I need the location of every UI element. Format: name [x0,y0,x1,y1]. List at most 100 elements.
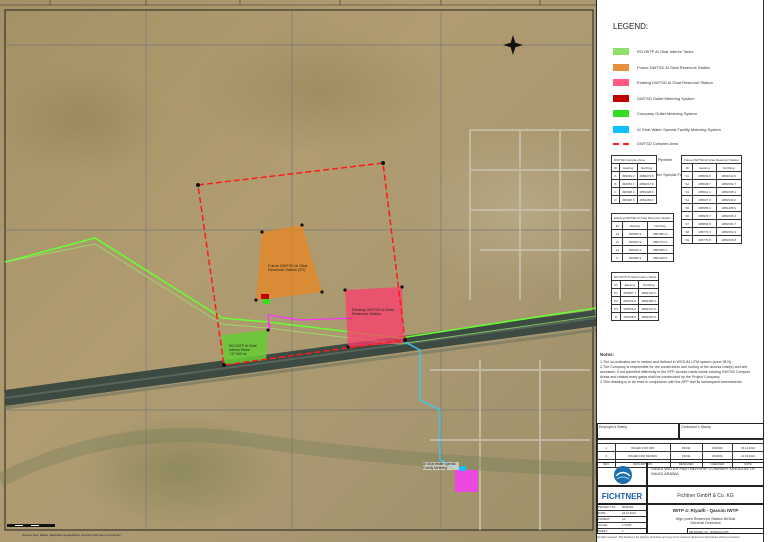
table-row: S2 495638.7 2881554.7 [680,179,743,188]
table-cell: P1 [610,288,622,297]
table-row: P3 495656.2 2881370.0 [610,304,660,313]
field-label: FORMAT: [598,517,611,521]
table-header: Northing [715,163,743,172]
table-row: D 495408.6 2881263.6 [610,312,660,321]
table-cell: 2881581.0 [646,229,674,238]
table-header: ID [611,163,620,172]
table-cell: 495773.3 [692,227,717,236]
legend-item: Company Outlet Metering System [613,110,697,117]
table-cell: S2 [680,179,694,188]
ro-tanks-name: RO-IWTP Al Ghat Interim Tanks [229,344,257,352]
revision-row: 0 ISSUED FOR REVIEW DS/CE FKM/MA 12.03.2024 [597,451,764,460]
table-row: C 496398.3 2881328.6 [610,253,674,262]
top-ruler [0,0,596,6]
revision-cell: DS/CE [669,443,703,452]
field-label: PROJECT No.: [598,505,617,509]
revision-cell: ISSUED FOR RFP [614,443,671,452]
consultant-name: Fichtner GmbH & Co. KG [647,486,764,504]
field-value: 1:5,000 [622,523,632,527]
table-cell: P3 [610,304,622,313]
table-header: Northing [646,221,674,230]
table-row: S5 495955.0 2881485.9 [680,203,743,212]
table-cell: 495387.1 [620,288,640,297]
notes: Notes: 1.The co-ordinates are in meters … [600,352,758,385]
table-cell: 2881581.7 [715,219,743,228]
table-cell: 2881263.6 [638,312,660,321]
table-cell: 495915.7 [692,211,717,220]
table-cell: 2882017.6 [636,179,657,188]
note-3: 3.This drawing is to be read in conjunct… [600,380,743,384]
table-cell: 496354.9 [622,237,648,246]
table-cell: 2881328.6 [646,253,674,262]
legend-swatch-icon [613,125,629,133]
table-caption: Future DWTSD Al Ghat Reservoir Station [680,155,743,164]
company-outlet-metering [263,299,270,304]
future-station-label: Future DWTSD Al Ghat Reservoir Station (… [268,264,308,272]
table-cell: 495614.1 [692,187,717,196]
existing-reservoir-area [345,287,404,347]
legend-swatch-icon [613,63,629,71]
legend-swatch-icon [613,94,629,102]
table-cell: 12 [610,245,624,254]
revision-cell: FKM/MA [701,451,734,460]
table-cell: 495955.0 [692,203,717,212]
note-2: 2.The Company is responsible for the con… [600,365,751,379]
field-label: SCALE: [598,523,608,527]
table-cell: C [611,187,620,196]
legend-swatch-icon [613,79,629,86]
table-cell: 496398.3 [622,253,648,262]
table-cell: S9 [680,235,694,244]
table-cell: 495408.6 [620,312,640,321]
field-label: DATE: [598,511,607,515]
existing-station-table: Existing DWTSD Al Ghat Reservoir Station… [610,213,674,262]
field-value: 1 [622,529,624,533]
employer-stamp: Employer's Stamp [597,423,679,439]
copyright-footer: All rights reserved. This drawing is the… [597,536,741,539]
table-cell: 2882073.5 [636,171,657,180]
table-cell: 496398.3 [619,187,638,196]
project-title: IWTP 4: Riyadh - Qassim IWTP [672,508,739,513]
legend-item: Al Ghat Water Special Facility Metering … [613,125,721,133]
ro-tanks-table: RO-IWTP Al Ghat Interim Tanks ID Easting No… [610,272,660,321]
table-row: D 495408.6 2881263.6 [611,195,657,204]
map-view[interactable]: Future DWTSD Al Ghat Reservoir Station (… [0,0,596,542]
client-logo [597,462,647,486]
table-cell: 495627.6 [692,195,717,204]
table-cell: 495264.2 [619,171,638,180]
table-caption: Existing DWTSD Al Ghat Reservoir Station [611,213,674,222]
revision-cell: FKM/MA [701,443,734,452]
legend-label: Al Ghat Water Special Facility Metering … [637,126,721,132]
legend-item: DWTSD Complex Area [613,141,678,146]
legend-item: Existing DWTSD Al Ghat Reservoir Station [613,79,713,86]
table-cell: 495779.8 [692,235,717,244]
table-cell: 2881505.4 [715,211,743,220]
revision-cell: DS/CE [669,451,703,460]
table-cell: P2 [610,296,622,305]
facility-metering [460,466,466,471]
table-cell: A [611,171,620,180]
table-cell: 495654.6 [692,171,717,180]
field-value: 18.12.2024 [622,511,636,515]
table-row: P1 495387.1 2881432.2 [610,288,660,297]
table-header: ID [610,221,624,230]
table-cell: 2881554.7 [715,179,743,188]
table-cell: 2881561.3 [715,227,743,236]
revision-row: 1 ISSUED FOR RFP DS/CE FKM/MA 18.12.2024 [597,443,764,452]
table-row: S9 495779.8 2881536.8 [680,235,743,244]
facility-label: Al Ghat Water Special Facility Metering [423,462,459,470]
table-cell: S7 [680,219,694,228]
table-row: S4 495627.6 2881540.2 [680,195,743,204]
facility-pipeline [404,341,463,471]
legend-item: DWTSD Outlet Metering System [613,94,695,102]
ro-tanks-volume: ~37 500 m³ [229,352,247,356]
table-header: Northing [638,280,660,289]
table-cell: D [611,195,620,204]
table-cell: 495866.8 [692,219,717,228]
table-cell: 495408.6 [619,195,638,204]
field-value: A3 [622,517,626,521]
table-header: ID [610,280,622,289]
table-header: Easting [619,163,638,172]
legend-title: LEGEND: [613,22,649,31]
table-header: Easting [622,221,648,230]
table-cell: 2881328.6 [636,187,657,196]
